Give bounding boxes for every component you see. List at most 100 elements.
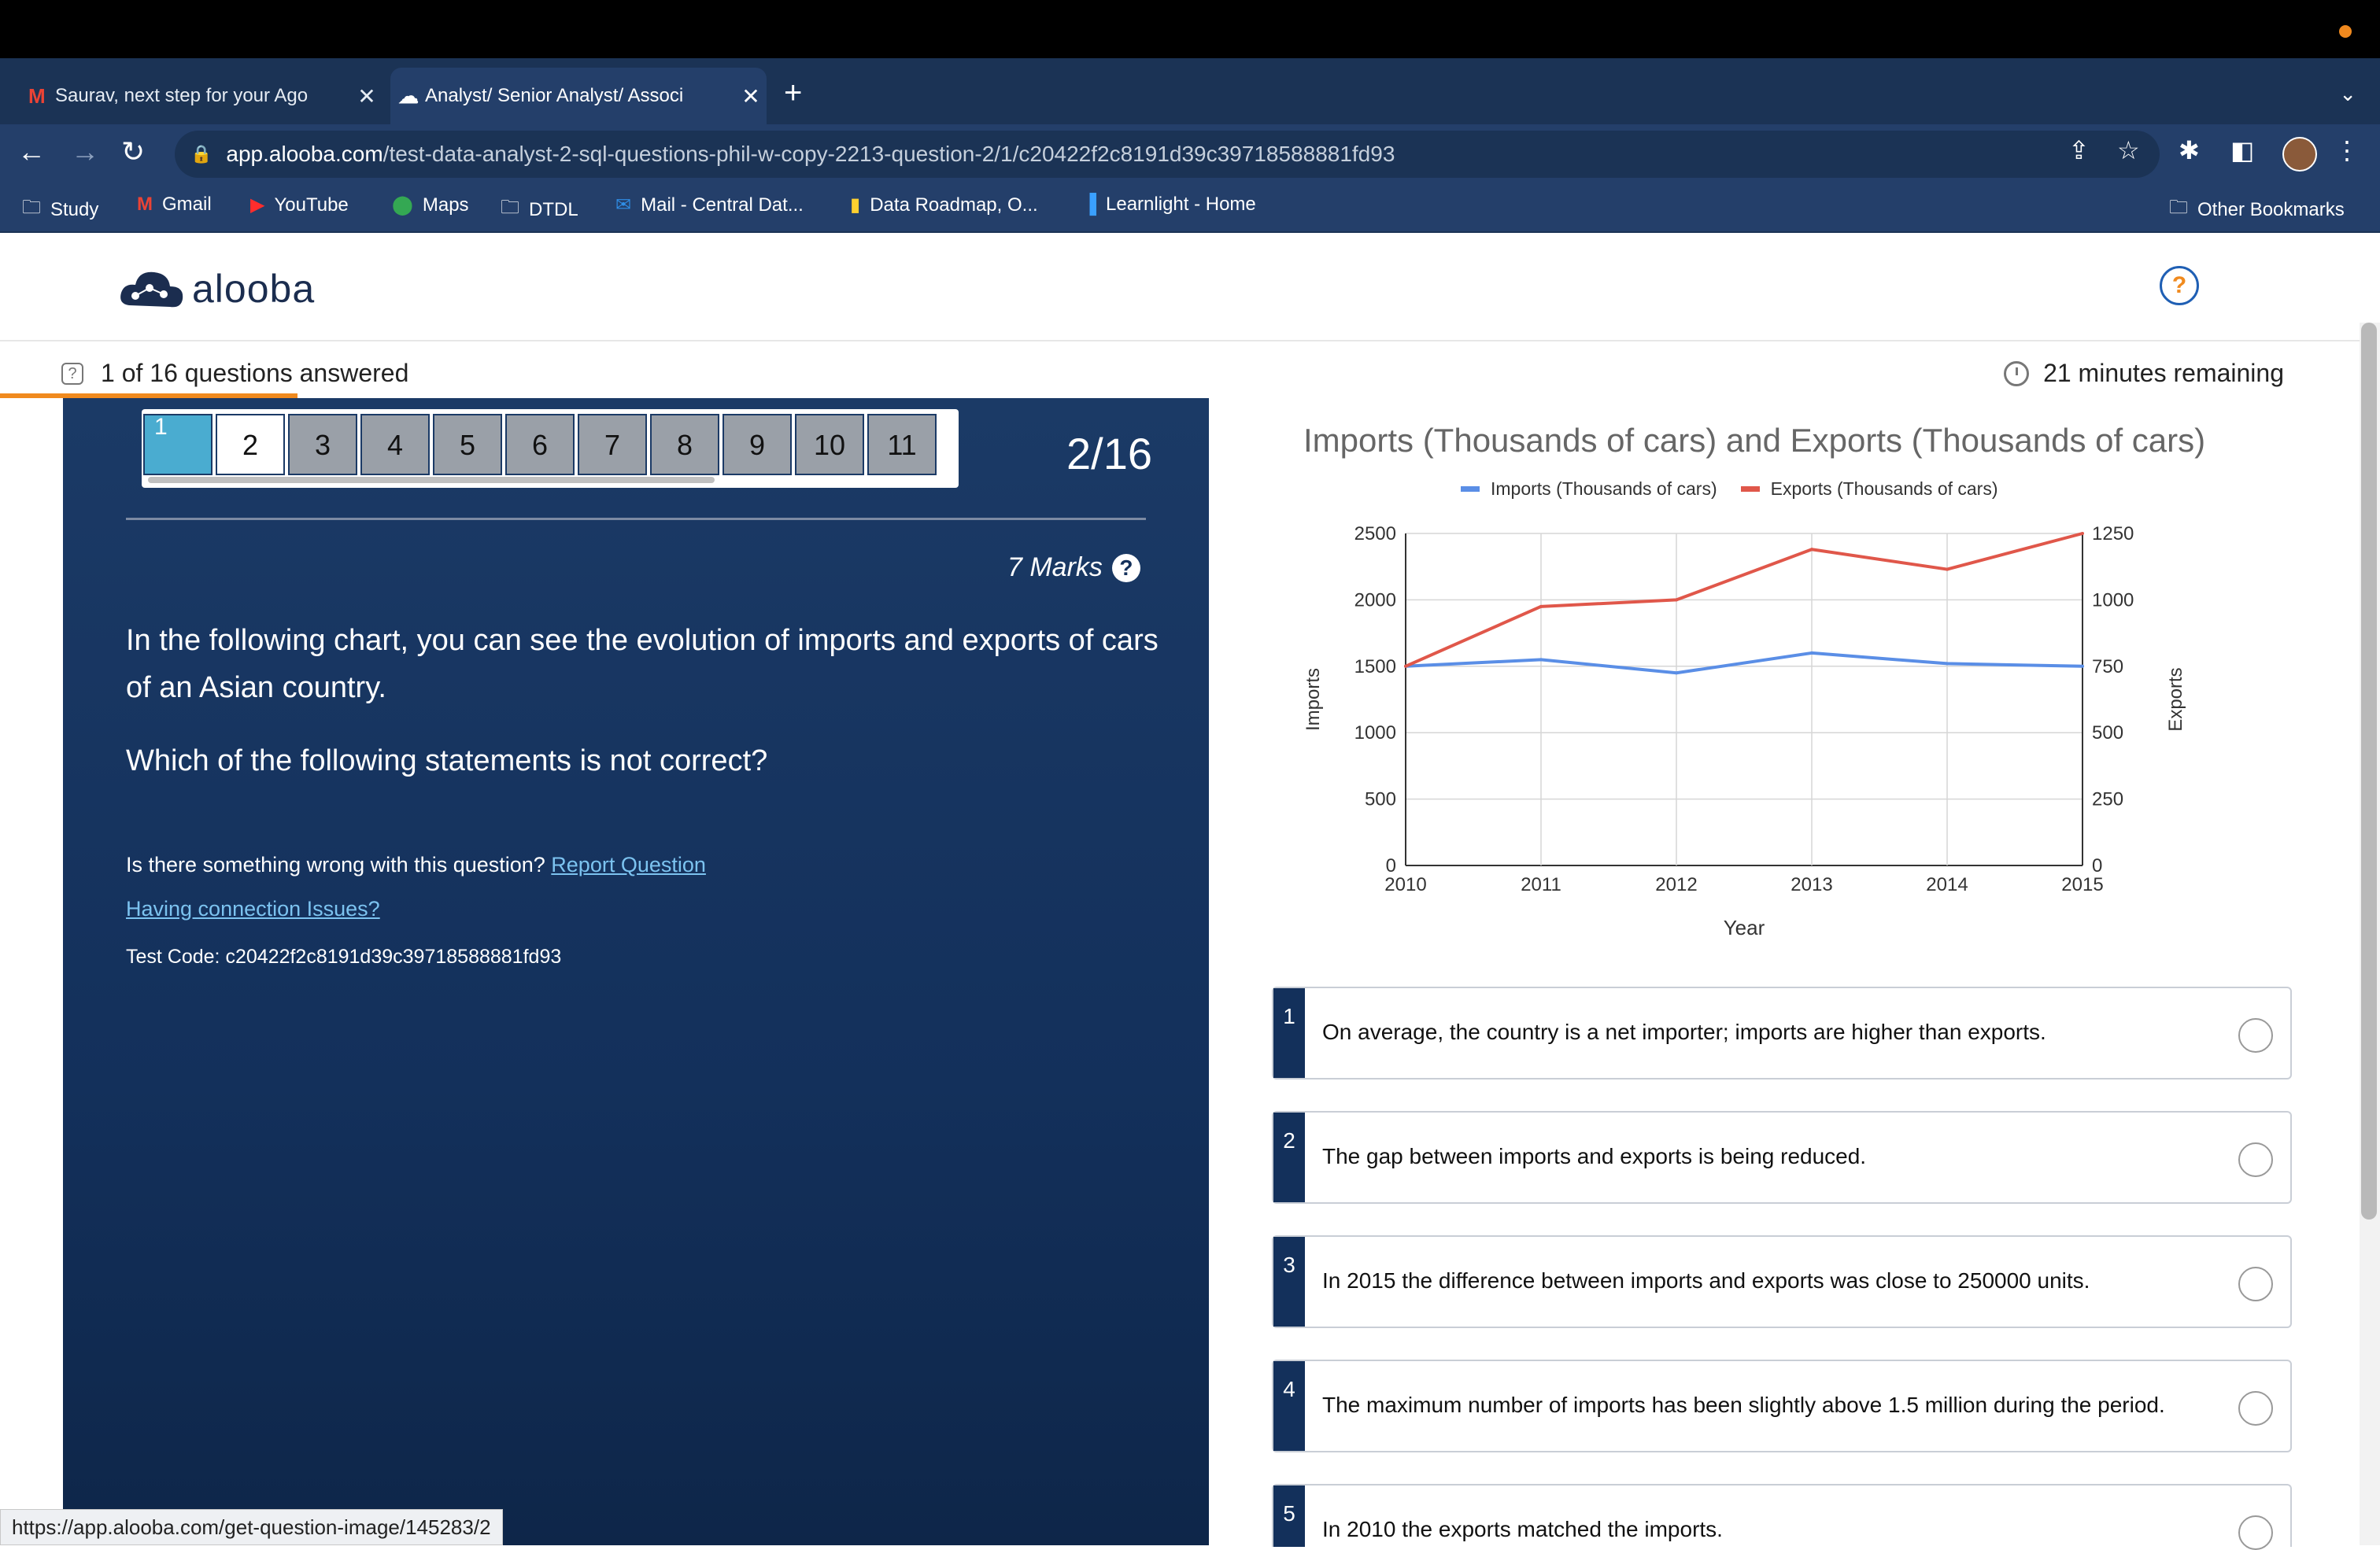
reload-icon[interactable]: ↻ xyxy=(121,135,145,168)
option-5[interactable]: 5 In 2010 the exports matched the import… xyxy=(1272,1484,2292,1550)
side-panel-icon[interactable]: ◧ xyxy=(2230,135,2254,165)
option-text: In 2010 the exports matched the imports. xyxy=(1322,1517,1723,1541)
option-radio[interactable] xyxy=(2238,1515,2273,1550)
navigator-scrollbar[interactable] xyxy=(148,477,715,483)
y-tick-label-left: 1000 xyxy=(1354,722,1396,744)
tab-gmail[interactable]: M Saurav, next step for your Ago ✕ xyxy=(20,68,382,124)
series-line-imports xyxy=(1405,651,2083,675)
option-radio[interactable] xyxy=(2238,1142,2273,1177)
question-nav-3[interactable]: 3 xyxy=(288,414,357,475)
question-prompt: Which of the following statements is not… xyxy=(126,744,768,777)
x-tick-label: 2015 xyxy=(2061,874,2103,895)
bookmark-gmail[interactable]: M Gmail xyxy=(137,194,212,216)
os-top-bar xyxy=(0,0,2380,58)
question-nav-10[interactable]: 10 xyxy=(795,414,864,475)
forward-icon[interactable]: → xyxy=(71,135,99,168)
question-nav-8[interactable]: 8 xyxy=(650,414,719,475)
close-icon[interactable]: ✕ xyxy=(351,83,382,109)
question-nav-9[interactable]: 9 xyxy=(722,414,792,475)
chevron-down-icon[interactable]: ⌄ xyxy=(2339,82,2356,106)
youtube-icon: ▶ xyxy=(250,194,265,216)
avatar[interactable] xyxy=(2282,137,2317,172)
question-nav-7[interactable]: 7 xyxy=(578,414,647,475)
bookmark-data-roadmap[interactable]: ▮ Data Roadmap, O... xyxy=(850,194,1038,216)
bookmark-maps[interactable]: ⬤ Maps xyxy=(392,194,469,216)
maps-icon: ⬤ xyxy=(392,194,413,216)
x-tick-label: 2011 xyxy=(1521,874,1561,895)
data-point-exports xyxy=(2081,532,2084,535)
y-tick-label-left: 0 xyxy=(1386,855,1396,876)
y-tick-label-left: 2500 xyxy=(1354,523,1396,544)
question-nav-2[interactable]: 2 xyxy=(216,414,285,475)
x-tick-label: 2013 xyxy=(1791,874,1832,895)
option-number: 1 xyxy=(1273,988,1305,1078)
y-axis-title-left: Imports xyxy=(1303,668,1324,731)
bookmark-learnlight[interactable]: ▐ Learnlight - Home xyxy=(1083,194,1256,216)
outlook-icon: ✉ xyxy=(615,194,632,216)
bookmark-mail-central[interactable]: ✉ Mail - Central Dat... xyxy=(615,194,804,216)
question-nav-4[interactable]: 4 xyxy=(360,414,430,475)
option-1[interactable]: 1 On average, the country is a net impor… xyxy=(1272,987,2292,1079)
y-tick-label-right: 0 xyxy=(2092,855,2102,876)
question-nav-5[interactable]: 5 xyxy=(433,414,502,475)
back-icon[interactable]: ← xyxy=(17,135,46,168)
question-nav-6[interactable]: 6 xyxy=(505,414,575,475)
option-number: 5 xyxy=(1273,1485,1305,1547)
folder-icon: 🗀 xyxy=(501,197,519,218)
new-tab-button[interactable]: + xyxy=(784,76,802,111)
option-text: The gap between imports and exports is b… xyxy=(1322,1144,1867,1168)
report-question-link[interactable]: Report Question xyxy=(551,853,706,876)
option-radio[interactable] xyxy=(2238,1267,2273,1301)
url-host: app.alooba.com xyxy=(226,142,383,166)
address-bar[interactable]: 🔒 app.alooba.com/test-data-analyst-2-sql… xyxy=(175,131,2160,178)
bookmark-study[interactable]: 🗀 Study xyxy=(22,194,98,226)
y-axis-title-right: Exports xyxy=(2165,667,2186,731)
option-2[interactable]: 2 The gap between imports and exports is… xyxy=(1272,1111,2292,1204)
miro-icon: ▮ xyxy=(850,194,861,216)
test-code: Test Code: c20422f2c8191d39c39718588881f… xyxy=(126,946,562,968)
option-text: On average, the country is a net importe… xyxy=(1322,1020,2046,1044)
extensions-icon[interactable]: ✱ xyxy=(2179,135,2200,165)
bookmark-dtdl[interactable]: 🗀 DTDL xyxy=(501,194,578,226)
scrollbar-thumb[interactable] xyxy=(2361,323,2377,1220)
question-nav-1[interactable]: 1 xyxy=(143,414,213,475)
data-point-exports xyxy=(1810,548,1813,552)
close-icon[interactable]: ✕ xyxy=(735,83,767,109)
help-icon[interactable]: ? xyxy=(2160,266,2199,305)
x-tick-label: 2010 xyxy=(1384,874,1426,895)
alooba-logo[interactable]: alooba xyxy=(118,264,315,313)
question-text: In the following chart, you can see the … xyxy=(126,624,1159,704)
option-3[interactable]: 3 In 2015 the difference between imports… xyxy=(1272,1235,2292,1328)
y-tick-label-left: 2000 xyxy=(1354,589,1396,611)
gmail-icon: M xyxy=(137,194,153,215)
app-header: alooba ? xyxy=(0,233,2380,341)
question-nav-11[interactable]: 11 xyxy=(867,414,937,475)
tab-title: Saurav, next step for your Ago xyxy=(55,85,309,106)
option-4[interactable]: 4 The maximum number of imports has been… xyxy=(1272,1360,2292,1452)
option-radio[interactable] xyxy=(2238,1018,2273,1053)
help-circle-icon[interactable]: ? xyxy=(1111,553,1140,582)
data-point-exports xyxy=(1675,598,1678,602)
clock-icon xyxy=(2004,360,2030,386)
status-url: https://app.alooba.com/get-question-imag… xyxy=(0,1509,503,1545)
tab-alooba[interactable]: ☁ Analyst/ Senior Analyst/ Associ ✕ xyxy=(390,68,767,124)
share-icon[interactable]: ⇪ xyxy=(2068,135,2090,165)
bookmark-youtube[interactable]: ▶ YouTube xyxy=(250,194,349,216)
star-icon[interactable]: ☆ xyxy=(2117,135,2140,165)
data-point-imports xyxy=(1539,658,1543,662)
alooba-icon: ☁ xyxy=(398,83,419,108)
question-navigator: 1 2 3 4 5 6 7 8 9 10 11 xyxy=(142,409,959,488)
data-point-exports xyxy=(1946,567,1949,571)
connection-issues-link[interactable]: Having connection Issues? xyxy=(126,897,380,921)
menu-icon[interactable]: ⋮ xyxy=(2334,135,2360,165)
line-chart: 0 0 500 250 1000 500 1500 750 2000 1000 2500 1250 20… xyxy=(1303,523,2186,939)
data-point-exports xyxy=(1539,604,1543,608)
question-counter: 2/16 xyxy=(1066,429,1152,478)
other-bookmarks[interactable]: 🗀 Other Bookmarks xyxy=(2169,194,2345,226)
data-point-exports xyxy=(1404,664,1407,668)
folder-icon: 🗀 xyxy=(22,197,41,218)
option-radio[interactable] xyxy=(2238,1391,2273,1426)
y-tick-label-right: 250 xyxy=(2092,789,2123,810)
y-tick-label-right: 500 xyxy=(2092,722,2123,744)
page-scrollbar[interactable] xyxy=(2360,323,2380,1545)
